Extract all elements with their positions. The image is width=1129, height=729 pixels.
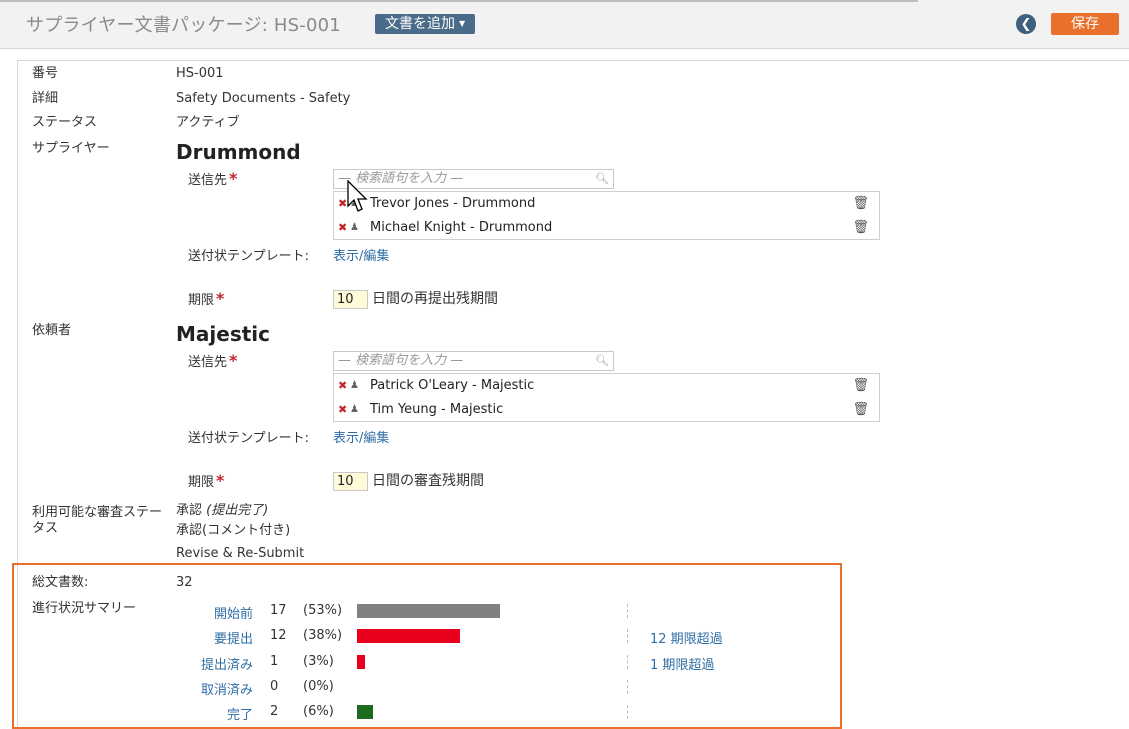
supplier-deadline-suffix: 日間の再提出残期間 (372, 291, 498, 307)
supplier-search-input[interactable]: — 検索語句を入力 — 🔍︎ (333, 169, 614, 189)
save-button[interactable]: 保存 (1051, 13, 1119, 35)
row-divider (627, 705, 628, 719)
total-docs-value: 32 (176, 575, 193, 590)
required-asterisk: * (216, 289, 225, 308)
list-item[interactable]: ✖ ♟ Michael Knight - Drummond 🗑 (334, 216, 879, 240)
total-docs-label: 総文書数: (32, 575, 89, 590)
trash-icon[interactable]: 🗑 (852, 192, 869, 216)
progress-percent: (53%) (303, 603, 343, 618)
chevron-left-icon[interactable]: ❮ (1016, 14, 1036, 34)
requester-name: Majestic (176, 322, 270, 346)
row-divider (627, 629, 628, 643)
requester-search-input[interactable]: — 検索語句を入力 — 🔍︎ (333, 351, 614, 371)
list-item[interactable]: ✖ ♟ Trevor Jones - Drummond 🗑 (334, 192, 879, 216)
requester-recipient-list: ✖ ♟ Patrick O'Leary - Majestic 🗑 ✖ ♟ Tim… (333, 373, 880, 422)
list-item[interactable]: ✖ ♟ Patrick O'Leary - Majestic 🗑 (334, 374, 879, 398)
recipient-name: Tim Yeung - Majestic (370, 402, 504, 417)
detail-label: 詳細 (32, 91, 59, 106)
row-divider (627, 604, 628, 618)
requester-deadline-input[interactable]: 10 (333, 472, 368, 491)
add-document-button[interactable]: 文書を追加 ▼ (375, 14, 476, 34)
mouse-cursor-icon (347, 180, 368, 212)
review-statuses-label: 利用可能な審査ステータス (32, 505, 163, 536)
person-icon: ♟ (350, 380, 359, 391)
supplier-cover-template-link[interactable]: 表示/編集 (333, 249, 389, 265)
progress-bar (357, 705, 373, 719)
progress-status-link[interactable]: 開始前 (173, 603, 253, 622)
list-item[interactable]: ✖ ♟ Tim Yeung - Majestic 🗑 (334, 398, 879, 422)
progress-percent: (6%) (303, 704, 334, 719)
row-divider (627, 680, 628, 694)
status-label: ステータス (32, 115, 98, 130)
progress-count: 1 (270, 654, 279, 669)
remove-x-icon[interactable]: ✖ (338, 374, 347, 398)
supplier-deadline-label: 期限 * (188, 289, 225, 309)
required-asterisk: * (216, 471, 225, 490)
trash-icon[interactable]: 🗑 (852, 374, 869, 398)
progress-status-link[interactable]: 要提出 (173, 628, 253, 647)
progress-count: 12 (270, 628, 287, 643)
progress-percent: (0%) (303, 679, 334, 694)
recipient-name: Trevor Jones - Drummond (370, 196, 536, 211)
progress-bar (357, 655, 365, 669)
status-value: アクティブ (176, 115, 240, 130)
progress-bar (357, 629, 460, 643)
supplier-deadline-input[interactable]: 10 (333, 290, 368, 309)
add-document-label: 文書を追加 (385, 16, 455, 32)
progress-status-link[interactable]: 提出済み (173, 654, 253, 673)
page-header: サプライヤー文書パッケージ: HS-001 文書を追加 ▼ ❮ 保存 (0, 0, 1129, 49)
requester-label: 依頼者 (32, 323, 72, 338)
trash-icon[interactable]: 🗑 (852, 216, 869, 240)
supplier-name: Drummond (176, 140, 301, 164)
supplier-label: サプライヤー (32, 141, 110, 156)
recipient-name: Patrick O'Leary - Majestic (370, 378, 535, 393)
review-status-item: Revise & Re-Submit (176, 546, 305, 561)
remove-x-icon[interactable]: ✖ (338, 398, 347, 422)
person-icon: ♟ (350, 222, 359, 233)
row-divider (627, 655, 628, 669)
trash-icon[interactable]: 🗑 (852, 398, 869, 422)
remove-x-icon[interactable]: ✖ (338, 192, 347, 216)
detail-value: Safety Documents - Safety (176, 91, 351, 106)
requester-cover-template-link[interactable]: 表示/編集 (333, 431, 389, 447)
required-asterisk: * (229, 169, 238, 188)
person-icon: ♟ (350, 404, 359, 415)
supplier-send-to-label: 送信先 * (188, 169, 238, 189)
progress-bar (357, 604, 500, 618)
number-label: 番号 (32, 66, 59, 81)
requester-cover-template-label: 送付状テンプレート: (188, 431, 309, 446)
progress-count: 0 (270, 679, 279, 694)
requester-deadline-label: 期限 * (188, 471, 225, 491)
search-icon: 🔍︎ (595, 354, 609, 367)
requester-send-to-label: 送信先 * (188, 351, 238, 371)
overdue-link[interactable]: 1 期限超過 (650, 654, 714, 673)
caret-down-icon: ▼ (459, 19, 466, 28)
header-topline (0, 0, 918, 2)
overdue-link[interactable]: 12 期限超過 (650, 628, 723, 647)
number-value: HS-001 (176, 66, 224, 81)
review-status-item: 承認 (提出完了) (176, 503, 269, 518)
progress-count: 17 (270, 603, 287, 618)
search-placeholder: — 検索語句を入力 — (338, 353, 464, 368)
recipient-name: Michael Knight - Drummond (370, 220, 553, 235)
supplier-recipient-list: ✖ ♟ Trevor Jones - Drummond 🗑 ✖ ♟ Michae… (333, 191, 880, 240)
search-icon: 🔍︎ (595, 172, 609, 185)
progress-status-link[interactable]: 完了 (173, 704, 253, 723)
review-status-item: 承認(コメント付き) (176, 523, 291, 538)
remove-x-icon[interactable]: ✖ (338, 216, 347, 240)
requester-deadline-suffix: 日間の審査残期間 (372, 473, 484, 489)
progress-count: 2 (270, 704, 279, 719)
progress-summary-label: 進行状況サマリー (32, 601, 137, 616)
page-title: サプライヤー文書パッケージ: HS-001 (26, 15, 341, 36)
required-asterisk: * (229, 351, 238, 370)
progress-status-link[interactable]: 取消済み (173, 679, 253, 698)
progress-percent: (3%) (303, 654, 334, 669)
supplier-cover-template-label: 送付状テンプレート: (188, 249, 309, 264)
progress-percent: (38%) (303, 628, 343, 643)
